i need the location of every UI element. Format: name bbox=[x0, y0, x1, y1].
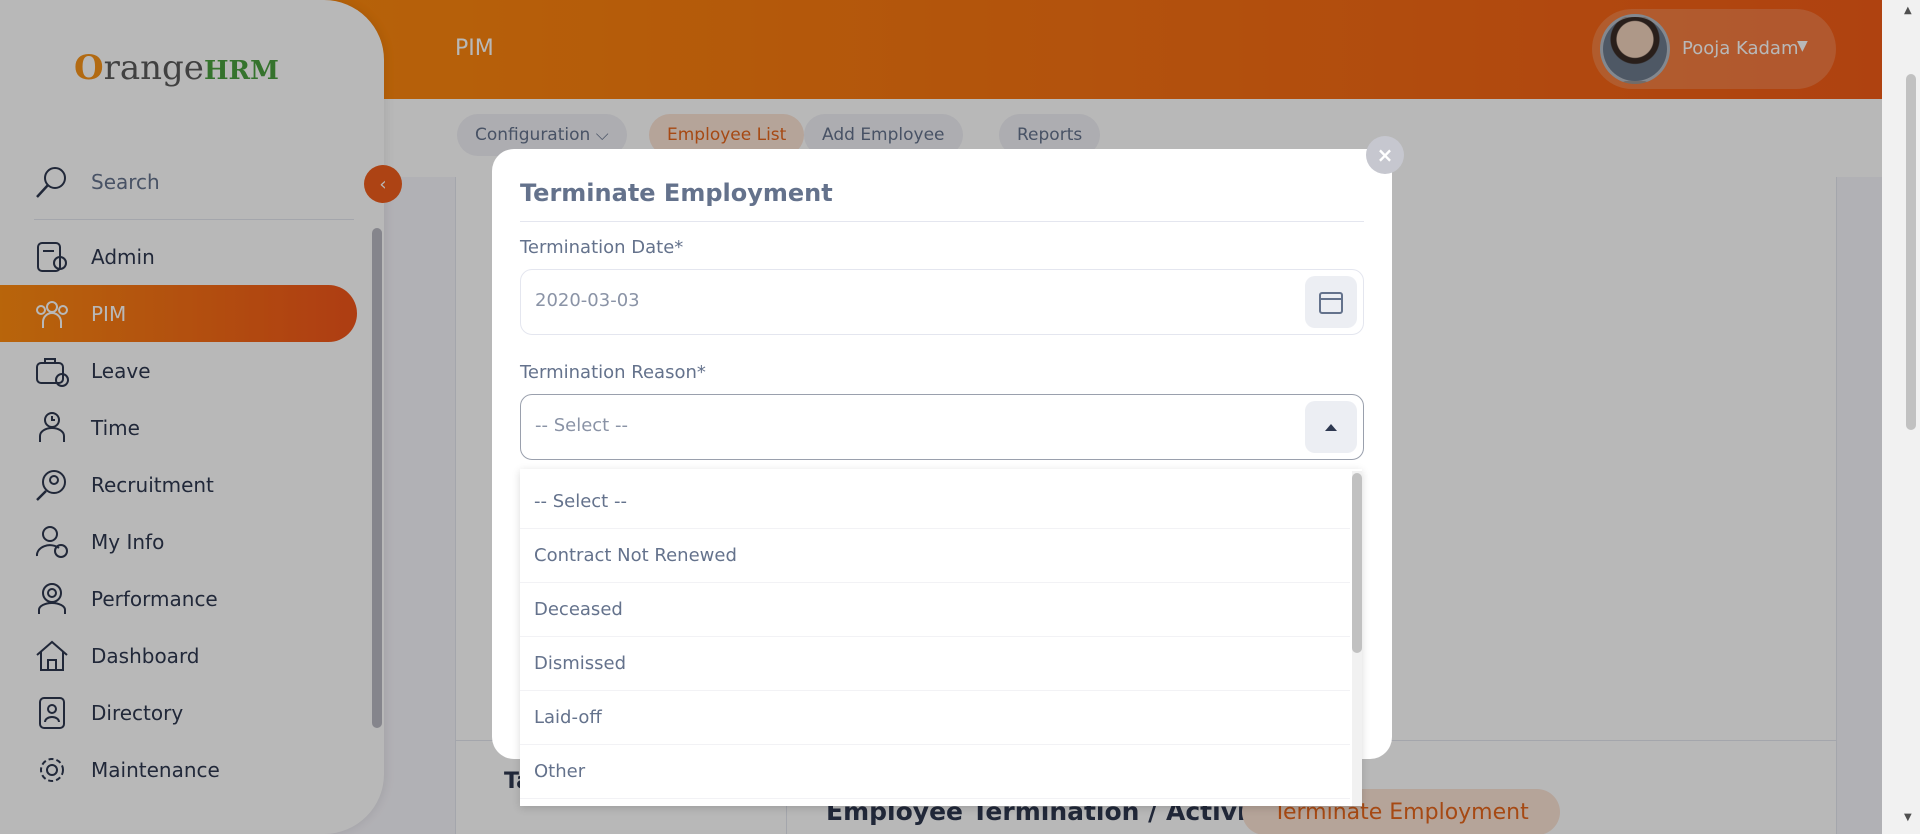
scroll-down-icon[interactable]: ▼ bbox=[1904, 812, 1912, 823]
dialog-title: Terminate Employment bbox=[520, 179, 833, 207]
window-scrollbar[interactable]: ▲ ▼ bbox=[1882, 0, 1920, 834]
calendar-icon bbox=[1319, 292, 1343, 314]
dropdown-scrollbar[interactable] bbox=[1352, 471, 1362, 806]
termination-reason-value: -- Select -- bbox=[535, 415, 628, 436]
termination-date-field[interactable]: 2020-03-03 bbox=[520, 269, 1364, 335]
option-dismissed[interactable]: Dismissed bbox=[520, 637, 1350, 691]
termination-reason-options: -- Select -- Contract Not Renewed Deceas… bbox=[520, 469, 1362, 806]
termination-reason-select[interactable]: -- Select -- bbox=[520, 394, 1364, 460]
select-toggle-button[interactable] bbox=[1305, 401, 1357, 453]
scrollbar-thumb[interactable] bbox=[1906, 74, 1916, 430]
caret-up-icon bbox=[1325, 424, 1337, 431]
option-select[interactable]: -- Select -- bbox=[520, 475, 1350, 529]
scroll-up-icon[interactable]: ▲ bbox=[1904, 5, 1912, 16]
termination-reason-label: Termination Reason* bbox=[520, 362, 706, 383]
termination-date-label: Termination Date* bbox=[520, 237, 684, 258]
option-deceased[interactable]: Deceased bbox=[520, 583, 1350, 637]
divider bbox=[520, 221, 1364, 222]
termination-date-value: 2020-03-03 bbox=[535, 290, 640, 311]
scrollbar-thumb[interactable] bbox=[1352, 473, 1362, 653]
option-laid-off[interactable]: Laid-off bbox=[520, 691, 1350, 745]
option-contract-not-renewed[interactable]: Contract Not Renewed bbox=[520, 529, 1350, 583]
calendar-button[interactable] bbox=[1305, 276, 1357, 328]
option-other[interactable]: Other bbox=[520, 745, 1350, 799]
close-dialog-button[interactable]: × bbox=[1366, 136, 1404, 174]
